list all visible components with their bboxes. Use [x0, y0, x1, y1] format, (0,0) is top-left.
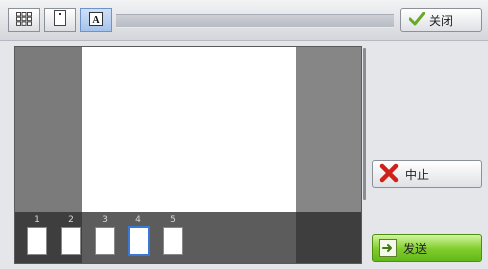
page-number: 1: [34, 215, 40, 225]
stop-label: 中止: [405, 167, 430, 182]
strip-right-shade: [296, 212, 361, 263]
toolbar-rail: [116, 14, 394, 28]
grid-view-icon: [16, 11, 32, 30]
preview-left-margin: [15, 47, 82, 212]
preview-scrollbar[interactable]: [363, 48, 366, 200]
page-thumbnail-3[interactable]: [95, 227, 115, 255]
page-thumbnail-5[interactable]: [163, 227, 183, 255]
svg-text:A: A: [92, 15, 100, 26]
text-page-view-button[interactable]: A: [80, 8, 112, 32]
stop-button[interactable]: 中止: [372, 160, 482, 188]
page-number: 4: [135, 215, 141, 225]
close-button[interactable]: 关闭: [400, 8, 482, 32]
page-number: 3: [102, 215, 108, 225]
top-toolbar: A 关闭: [0, 0, 488, 41]
red-x-icon: [379, 163, 399, 186]
page-thumbnail-1[interactable]: [27, 227, 47, 255]
send-label: 发送: [403, 241, 428, 256]
preview-area: 1 2 3 4 5: [14, 46, 362, 264]
page-number: 2: [68, 215, 74, 225]
send-document-icon: [379, 239, 397, 257]
close-label: 关闭: [429, 13, 454, 28]
preview-page: [82, 47, 296, 212]
single-page-view-icon: [54, 10, 66, 30]
preview-right-margin: [296, 47, 361, 212]
grid-view-button[interactable]: [8, 8, 40, 32]
single-page-view-button[interactable]: [44, 8, 76, 32]
page-number: 5: [170, 215, 176, 225]
checkmark-icon: [408, 11, 426, 29]
thumbnail-strip: 1 2 3 4 5: [15, 212, 361, 263]
send-button[interactable]: 发送: [372, 234, 482, 262]
page-thumbnail-4[interactable]: [128, 226, 150, 256]
page-thumbnail-2[interactable]: [61, 227, 81, 255]
text-page-view-icon: A: [89, 11, 103, 30]
